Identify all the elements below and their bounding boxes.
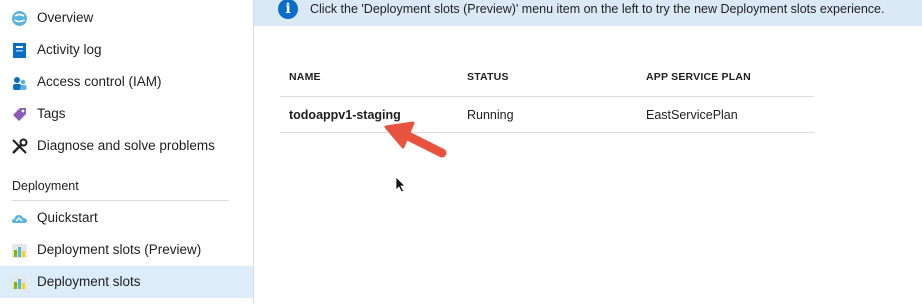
- sidebar-item-deployment-slots-preview[interactable]: Deployment slots (Preview): [0, 234, 253, 266]
- sidebar-item-label: Quickstart: [37, 210, 98, 225]
- column-header-app-service-plan[interactable]: APP SERVICE PLAN: [646, 71, 751, 83]
- sidebar-item-diagnose[interactable]: Diagnose and solve problems: [0, 130, 253, 162]
- annotation-arrow-icon: [384, 121, 447, 158]
- sidebar-item-overview[interactable]: Overview: [0, 2, 253, 34]
- slot-app-service-plan: EastServicePlan: [646, 108, 738, 122]
- sidebar-item-label: Activity log: [37, 42, 102, 57]
- column-header-status[interactable]: STATUS: [467, 71, 509, 83]
- mouse-cursor-icon: [395, 176, 406, 193]
- banner-message: Click the 'Deployment slots (Preview)' m…: [310, 2, 885, 16]
- cloud-quickstart-icon: [11, 210, 28, 227]
- sidebar-item-label: Diagnose and solve problems: [37, 138, 215, 153]
- sidebar-item-label: Tags: [37, 106, 66, 121]
- table-row[interactable]: todoappv1-staging Running EastServicePla…: [280, 97, 814, 133]
- section-divider: [12, 200, 229, 201]
- sidebar-item-activity-log[interactable]: Activity log: [0, 34, 253, 66]
- access-control-icon: [11, 74, 28, 91]
- sidebar-item-deployment-slots[interactable]: Deployment slots: [0, 266, 253, 298]
- sidebar-item-label: Deployment slots: [37, 274, 141, 289]
- slot-status: Running: [467, 108, 514, 122]
- sidebar: Overview Activity log Access control (IA…: [0, 0, 254, 304]
- sidebar-item-label: Overview: [37, 10, 94, 25]
- sidebar-item-access-control[interactable]: Access control (IAM): [0, 66, 253, 98]
- sidebar-item-tags[interactable]: Tags: [0, 98, 253, 130]
- wrench-icon: [11, 138, 28, 155]
- overview-icon: [11, 10, 28, 27]
- main-content: Click the 'Deployment slots (Preview)' m…: [254, 0, 922, 304]
- activity-log-icon: [11, 42, 28, 59]
- section-header-deployment: Deployment: [12, 179, 79, 193]
- tag-icon: [11, 106, 28, 123]
- sidebar-item-label: Deployment slots (Preview): [37, 242, 202, 257]
- sidebar-item-quickstart[interactable]: Quickstart: [0, 202, 253, 234]
- deployment-slots-icon: [11, 242, 28, 259]
- sidebar-item-label: Access control (IAM): [37, 74, 162, 89]
- info-icon: [278, 0, 298, 19]
- column-header-name[interactable]: NAME: [289, 71, 321, 83]
- table-header-row: NAME STATUS APP SERVICE PLAN: [280, 60, 814, 97]
- deployment-slots-icon: [11, 274, 28, 291]
- info-banner[interactable]: Click the 'Deployment slots (Preview)' m…: [254, 0, 922, 26]
